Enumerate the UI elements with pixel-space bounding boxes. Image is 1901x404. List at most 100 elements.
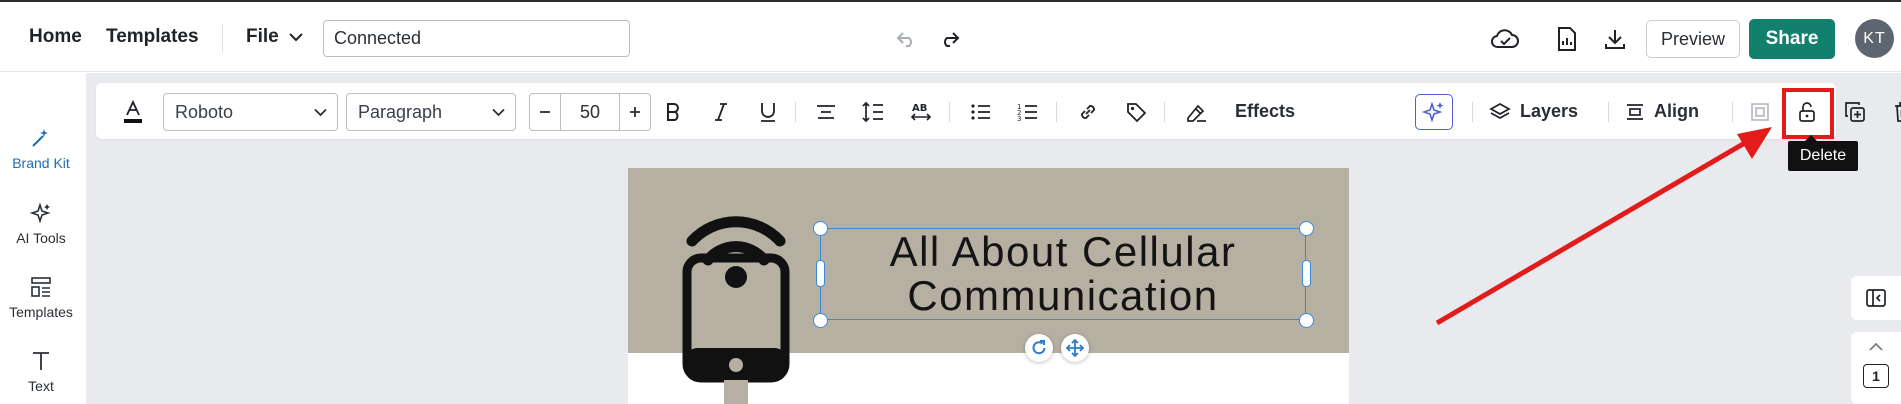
divider [1732,102,1733,122]
download-button[interactable] [1600,24,1630,54]
page-navigator: 1 [1851,332,1901,404]
text-color-button[interactable] [118,97,148,127]
document-title-input[interactable] [323,20,630,57]
decrease-font-size-button[interactable] [530,94,560,130]
undo-button[interactable] [893,26,919,52]
numbered-list-button[interactable]: 123 [1013,97,1043,127]
link-button[interactable] [1073,97,1103,127]
resize-handle-bottom-right[interactable] [1299,313,1314,328]
delete-tooltip: Delete [1788,135,1858,171]
text-style-select[interactable]: Paragraph [346,93,516,131]
sidebar-item-text[interactable]: Text [0,348,82,394]
chevron-up-icon[interactable] [1868,342,1884,352]
sidebar-item-ai-tools[interactable]: AI Tools [0,200,82,246]
italic-icon [715,103,727,121]
tag-icon [1127,103,1147,123]
resize-handle-left[interactable] [816,260,825,287]
letter-spacing-button[interactable]: AB [906,97,936,127]
file-menu-label: File [246,26,279,47]
resize-handle-bottom-left[interactable] [813,313,828,328]
sidebar-item-label: Templates [9,304,73,320]
sidebar-item-templates[interactable]: Templates [0,274,82,320]
layers-button[interactable]: Layers [1489,101,1578,122]
file-menu-button[interactable]: File [246,26,303,48]
bulleted-list-icon [971,104,990,120]
resize-handle-top-right[interactable] [1299,221,1314,236]
export-pdf-button[interactable] [1552,24,1582,54]
layers-icon [1489,102,1511,119]
rotate-icon [1032,340,1046,355]
sparkles-icon [30,202,51,224]
resize-handle-top-left[interactable] [813,221,828,236]
divider [1472,102,1473,122]
duplicate-button[interactable] [1840,97,1870,127]
align-center-icon [817,105,835,119]
redo-icon [944,32,960,47]
left-sidebar: Brand Kit AI Tools Templates Text [0,73,86,404]
file-chart-icon [1558,27,1576,51]
increase-font-size-button[interactable] [620,94,650,130]
letter-spacing-icon: AB [910,103,932,121]
delete-button-highlight [1782,88,1834,139]
toggle-right-panel-button[interactable] [1851,276,1901,320]
font-family-select[interactable]: Roboto [163,93,338,131]
align-label: Align [1654,101,1699,121]
divider [1608,102,1609,122]
cellphone-wifi-icon[interactable] [681,208,791,404]
duplicate-icon [1845,102,1865,122]
svg-text:3: 3 [1017,115,1021,122]
nav-home-link[interactable]: Home [29,26,82,48]
sidebar-item-brand-kit[interactable]: Brand Kit [0,125,82,171]
font-size-value[interactable]: 50 [560,94,620,130]
underline-button[interactable] [753,97,783,127]
numbered-list-icon: 123 [1017,103,1037,122]
move-icon [1065,338,1085,358]
divider [222,24,223,52]
share-button[interactable]: Share [1749,19,1835,59]
headline-text[interactable]: All About Cellular Communication [820,230,1306,318]
bold-button[interactable] [658,97,688,127]
redo-button[interactable] [937,26,963,52]
panel-collapse-icon [1866,289,1886,307]
nav-templates-link[interactable]: Templates [106,26,199,48]
effects-label: Effects [1235,101,1296,121]
templates-grid-icon [31,277,51,297]
bold-icon [667,103,679,121]
line-spacing-button[interactable] [858,97,888,127]
resize-handle-right[interactable] [1302,260,1311,287]
download-icon [1605,30,1625,49]
divider [1164,102,1165,122]
chevron-down-icon [492,108,505,116]
preview-button[interactable]: Preview [1646,20,1740,58]
page-number-badge[interactable]: 1 [1863,364,1889,388]
underline-icon [761,103,775,122]
align-button[interactable]: Align [1625,101,1699,122]
cloud-check-icon [1491,29,1519,48]
trash-icon [1895,102,1901,122]
text-color-icon [124,99,142,123]
annotation-arrow [1435,127,1772,326]
svg-text:AB: AB [912,103,927,114]
sidebar-item-label: AI Tools [16,230,66,246]
italic-button[interactable] [706,97,736,127]
text-align-button[interactable] [811,97,841,127]
text-style-value: Paragraph [358,101,443,122]
rotate-button[interactable] [1025,334,1053,362]
bulleted-list-button[interactable] [966,97,996,127]
user-avatar[interactable]: KT [1855,19,1894,58]
highlight-pen-button[interactable] [1181,97,1211,127]
undo-icon [896,32,912,47]
cloud-save-button[interactable] [1488,24,1522,54]
effects-button[interactable]: Effects [1235,101,1295,122]
minus-icon [540,111,550,113]
highlighter-icon [1187,104,1206,122]
sidebar-item-label: Text [28,378,54,394]
design-page[interactable]: All About Cellular Communication [628,168,1349,404]
text-t-icon [33,352,49,370]
delete-button[interactable] [1888,97,1901,127]
move-button[interactable] [1061,334,1089,362]
sidebar-item-label: Brand Kit [12,155,70,171]
link-icon [1081,105,1095,119]
tag-button[interactable] [1121,97,1151,127]
align-middle-icon [1627,103,1643,120]
